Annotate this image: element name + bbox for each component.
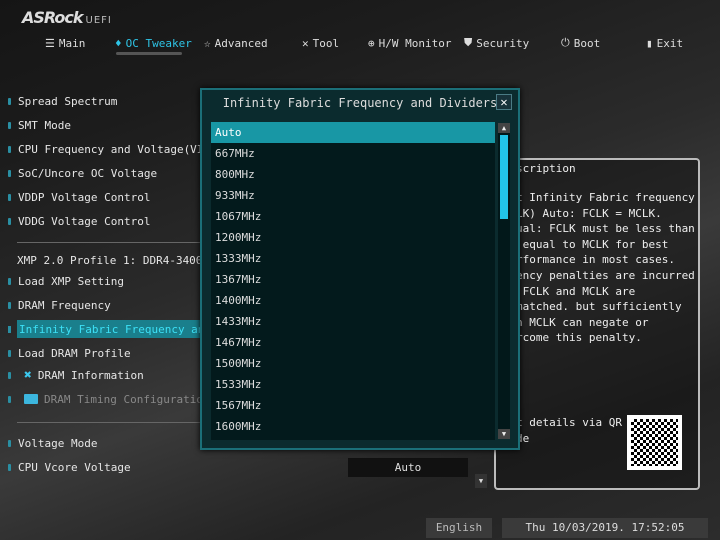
- description-title: scription: [516, 162, 576, 175]
- option-item[interactable]: 1200MHz: [211, 227, 495, 248]
- bullet-icon: [8, 169, 11, 177]
- xmp-profile-info: XMP 2.0 Profile 1: DDR4-3400 16-: [17, 253, 229, 267]
- bullet-icon: [8, 277, 11, 285]
- bullet-icon: [8, 371, 11, 379]
- menu-dram-timing[interactable]: DRAM Timing Configuration: [8, 390, 210, 408]
- menu-load-xmp[interactable]: Load XMP Setting: [8, 272, 124, 290]
- tools-icon: ✕: [302, 36, 309, 50]
- close-icon[interactable]: ✕: [496, 94, 512, 110]
- qr-code: [627, 415, 682, 470]
- flame-icon: ♦: [115, 36, 122, 50]
- option-item[interactable]: 1367MHz: [211, 269, 495, 290]
- option-item[interactable]: 1567MHz: [211, 395, 495, 416]
- bullet-icon: [8, 121, 11, 129]
- menu-load-dram-profile[interactable]: Load DRAM Profile: [8, 344, 131, 362]
- qr-caption: t details via QR de: [516, 416, 622, 445]
- tab-main[interactable]: ☰ Main: [45, 34, 85, 52]
- bullet-icon: [8, 326, 11, 333]
- tab-exit[interactable]: ▮ Exit: [646, 34, 683, 52]
- folder-icon: [24, 394, 38, 404]
- bullet-icon: [8, 439, 11, 447]
- menu-voltage-mode[interactable]: Voltage Mode: [8, 434, 97, 452]
- cpu-vcore-value[interactable]: Auto: [348, 458, 468, 477]
- popup-title: Infinity Fabric Frequency and Dividers: [222, 96, 498, 110]
- bullet-icon: [8, 217, 11, 225]
- bullet-icon: [8, 395, 11, 403]
- menu-dram-information[interactable]: ✖ DRAM Information: [8, 366, 144, 384]
- bullet-icon: [8, 301, 11, 309]
- divider: [17, 422, 207, 423]
- menu-soc-uncore-voltage[interactable]: SoC/Uncore OC Voltage: [8, 164, 157, 182]
- option-item[interactable]: 1467MHz: [211, 332, 495, 353]
- bullet-icon: [8, 463, 11, 471]
- asrock-logo: ASRock UEFI: [22, 8, 112, 27]
- description-text: t Infinity Fabric frequency LK) Auto: FC…: [516, 191, 695, 345]
- option-item[interactable]: 800MHz: [211, 164, 495, 185]
- menu-vddp-voltage[interactable]: VDDP Voltage Control: [8, 188, 150, 206]
- tab-hw-monitor[interactable]: ⊕ H/W Monitor: [368, 34, 451, 52]
- options-list: Auto 667MHz 800MHz 933MHz 1067MHz 1200MHz 1333…: [211, 122, 495, 440]
- tab-advanced[interactable]: ☆ Advanced: [204, 34, 268, 52]
- active-tab-indicator: [116, 52, 182, 55]
- scroll-down-arrow[interactable]: ▼: [498, 429, 510, 439]
- menu-infinity-fabric[interactable]: Infinity Fabric Frequency and Di: [17, 320, 231, 338]
- crosshair-icon: ⊕: [368, 36, 375, 50]
- bullet-icon: [8, 145, 11, 153]
- tab-oc-tweaker[interactable]: ♦ OC Tweaker: [115, 34, 192, 52]
- option-item[interactable]: 1600MHz: [211, 416, 495, 437]
- datetime-display: Thu 10/03/2019. 17:52:05: [502, 518, 708, 538]
- menu-cpu-vcore[interactable]: CPU Vcore Voltage: [8, 458, 131, 476]
- exit-door-icon: ▮: [646, 36, 653, 50]
- tools-icon: ✖: [24, 367, 32, 383]
- option-item[interactable]: 667MHz: [211, 143, 495, 164]
- scroll-down-arrow[interactable]: ▼: [475, 474, 487, 488]
- star-icon: ☆: [204, 36, 211, 50]
- list-icon: ☰: [45, 36, 55, 50]
- power-icon: ⏻: [561, 36, 570, 49]
- scroll-thumb[interactable]: [500, 135, 508, 219]
- tab-security[interactable]: ⛊ Security: [464, 34, 529, 52]
- menu-spread-spectrum[interactable]: Spread Spectrum: [8, 92, 117, 110]
- scroll-up-arrow[interactable]: ▲: [498, 123, 510, 133]
- menu-smt-mode[interactable]: SMT Mode: [8, 116, 71, 134]
- option-item[interactable]: 933MHz: [211, 185, 495, 206]
- option-item[interactable]: 1067MHz: [211, 206, 495, 227]
- divider: [17, 242, 207, 243]
- options-popup: Infinity Fabric Frequency and Dividers ✕…: [200, 88, 520, 450]
- menu-vddg-voltage[interactable]: VDDG Voltage Control: [8, 212, 150, 230]
- language-button[interactable]: English: [426, 518, 492, 538]
- option-item[interactable]: 1533MHz: [211, 374, 495, 395]
- option-item[interactable]: 1333MHz: [211, 248, 495, 269]
- menu-dram-frequency[interactable]: DRAM Frequency: [8, 296, 111, 314]
- option-item[interactable]: 1500MHz: [211, 353, 495, 374]
- bullet-icon: [8, 349, 11, 357]
- popup-scrollbar[interactable]: ▲ ▼: [498, 123, 510, 439]
- option-item[interactable]: 1433MHz: [211, 311, 495, 332]
- tab-tool[interactable]: ✕ Tool: [302, 34, 339, 52]
- menu-cpu-frequency-voltage[interactable]: CPU Frequency and Voltage(VID) C: [8, 140, 230, 158]
- tab-boot[interactable]: ⏻ Boot: [561, 34, 600, 52]
- bullet-icon: [8, 193, 11, 201]
- bullet-icon: [8, 97, 11, 105]
- shield-icon: ⛊: [464, 36, 473, 49]
- option-item[interactable]: 1400MHz: [211, 290, 495, 311]
- option-item[interactable]: Auto: [211, 122, 495, 143]
